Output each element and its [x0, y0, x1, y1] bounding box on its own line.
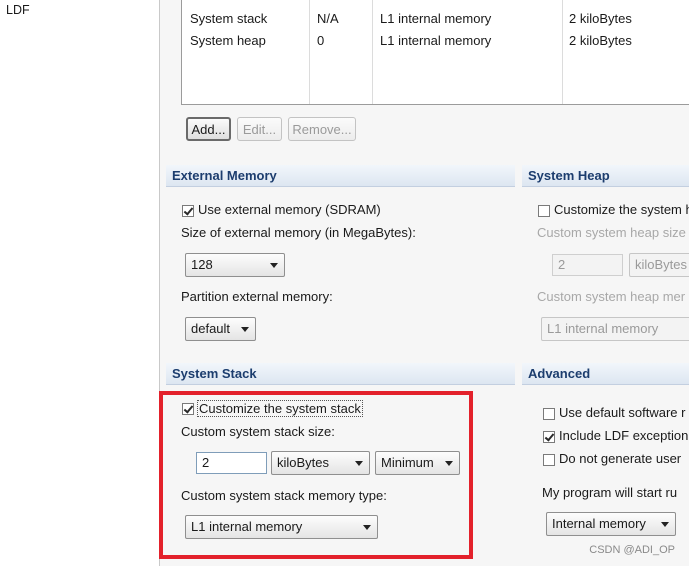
project-tree-pane: LDF [0, 0, 160, 566]
program-start-dropdown[interactable]: Internal memory [546, 512, 676, 536]
table-cell[interactable]: L1 internal memory [380, 11, 491, 26]
edit-button[interactable]: Edit... [237, 117, 282, 141]
dropdown-value: kiloBytes [635, 257, 688, 272]
include-ldf-checkbox[interactable] [543, 431, 555, 443]
external-memory-size-dropdown[interactable]: 128 [185, 253, 285, 277]
dropdown-value: 128 [191, 257, 213, 272]
default-software-label: Use default software r [559, 405, 686, 420]
column-divider [309, 0, 310, 104]
chevron-down-icon [241, 327, 249, 332]
heap-size-input[interactable]: 2 [552, 254, 623, 276]
system-heap-header: System Heap [522, 165, 689, 187]
default-software-checkbox[interactable] [543, 408, 555, 420]
table-cell[interactable]: 0 [317, 33, 324, 48]
table-cell[interactable]: L1 internal memory [380, 33, 491, 48]
use-external-memory-label: Use external memory (SDRAM) [198, 202, 381, 217]
watermark: CSDN @ADI_OP [589, 544, 675, 556]
use-external-memory-checkbox[interactable] [182, 205, 194, 217]
memory-table: System stack N/A L1 internal memory 2 ki… [181, 0, 689, 105]
partition-external-memory-label: Partition external memory: [181, 289, 333, 304]
no-generate-label: Do not generate user [559, 451, 682, 466]
heap-unit-dropdown[interactable]: kiloBytes [629, 253, 689, 277]
heap-memory-type-label: Custom system heap mer [537, 289, 686, 304]
system-stack-header: System Stack [166, 363, 515, 385]
advanced-header: Advanced [522, 363, 689, 385]
chevron-down-icon [270, 263, 278, 268]
include-ldf-label: Include LDF exception [559, 428, 689, 443]
program-start-label: My program will start ru [542, 485, 678, 500]
heap-memory-type-dropdown[interactable]: L1 internal memory [541, 317, 689, 341]
highlight-box [159, 391, 473, 559]
dropdown-value: L1 internal memory [547, 321, 659, 336]
partition-dropdown[interactable]: default [185, 317, 256, 341]
table-cell[interactable]: 2 kiloBytes [569, 33, 632, 48]
add-button[interactable]: Add... [186, 117, 231, 141]
dropdown-value: Internal memory [552, 516, 646, 531]
column-divider [562, 0, 563, 104]
chevron-down-icon [661, 522, 669, 527]
column-divider [372, 0, 373, 104]
no-generate-checkbox[interactable] [543, 454, 555, 466]
external-memory-header: External Memory [166, 165, 515, 187]
remove-button[interactable]: Remove... [288, 117, 356, 141]
tree-item-ldf[interactable]: LDF [6, 3, 30, 17]
table-cell[interactable]: 2 kiloBytes [569, 11, 632, 26]
customize-heap-checkbox[interactable] [538, 205, 550, 217]
table-cell[interactable]: N/A [317, 11, 339, 26]
customize-heap-label: Customize the system h [554, 202, 689, 217]
heap-size-label: Custom system heap size [537, 225, 686, 240]
table-cell[interactable]: System stack [190, 11, 267, 26]
dropdown-value: default [191, 321, 231, 336]
external-memory-size-label: Size of external memory (in MegaBytes): [181, 225, 416, 240]
table-cell[interactable]: System heap [190, 33, 266, 48]
